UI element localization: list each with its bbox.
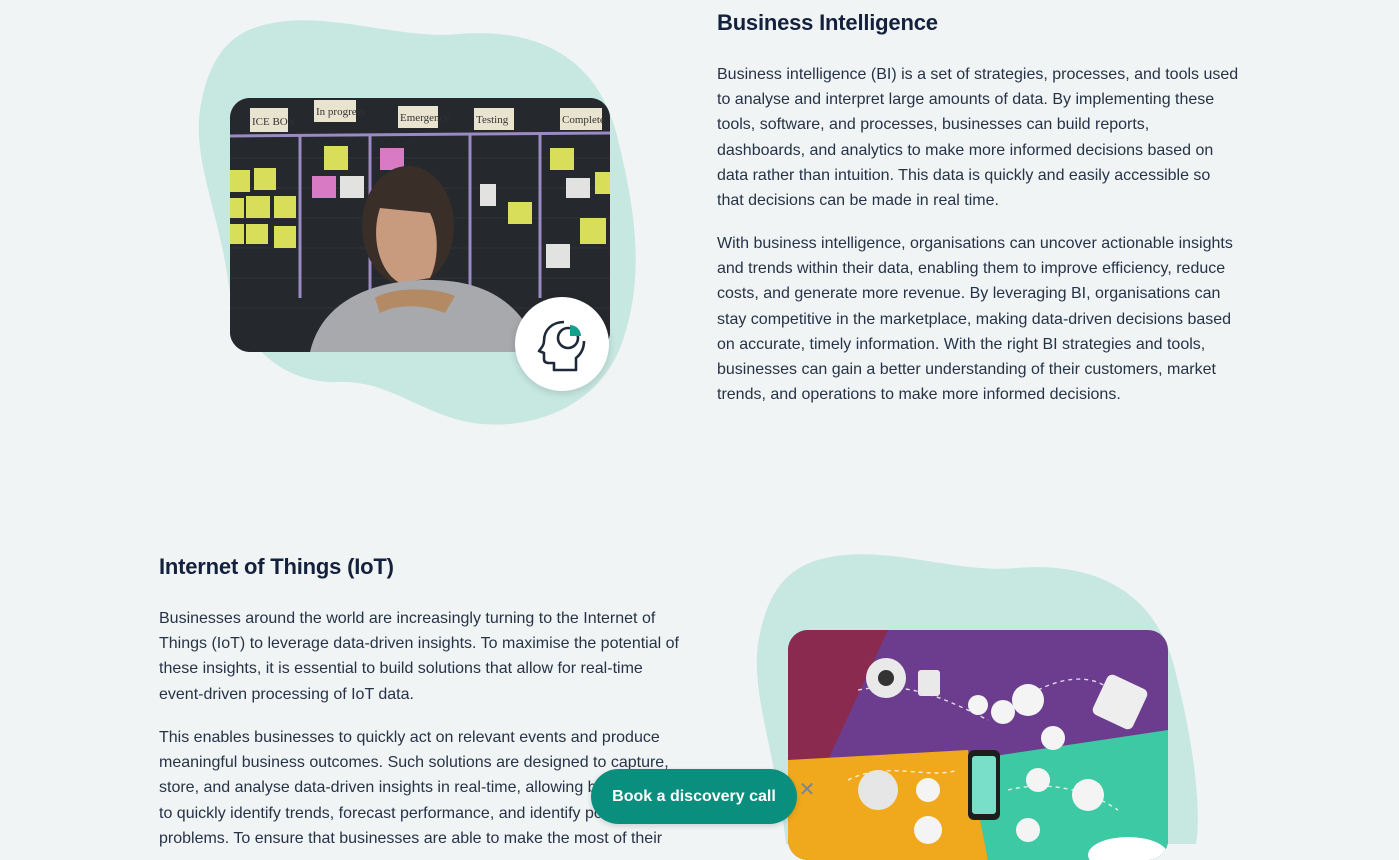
head-chart-icon bbox=[537, 320, 586, 372]
bi-icon-badge bbox=[515, 297, 609, 391]
board-label-icebox: ICE BOX bbox=[252, 116, 296, 128]
iot-devices-illustration bbox=[788, 630, 1168, 860]
book-discovery-call-button[interactable]: Book a discovery call bbox=[591, 769, 797, 824]
iot-paragraph-1: Businesses around the world are increasi… bbox=[159, 610, 679, 703]
bi-section: ICE BOX In progress Emergency Testing Co… bbox=[0, 0, 1399, 460]
board-label-testing: Testing bbox=[476, 114, 509, 126]
iot-title: Internet of Things (IoT) bbox=[159, 554, 394, 579]
board-label-complete: Complete bbox=[562, 114, 605, 126]
bi-title: Business Intelligence bbox=[717, 10, 938, 35]
close-icon[interactable]: ✕ bbox=[797, 780, 817, 800]
board-label-emergency: Emergency bbox=[400, 112, 450, 124]
board-label-inprogress: In progress bbox=[316, 106, 365, 118]
bi-paragraph-1: Business intelligence (BI) is a set of s… bbox=[717, 66, 1239, 210]
bi-paragraph-2: With business intelligence, organisation… bbox=[717, 235, 1233, 404]
iot-photo bbox=[788, 630, 1168, 860]
